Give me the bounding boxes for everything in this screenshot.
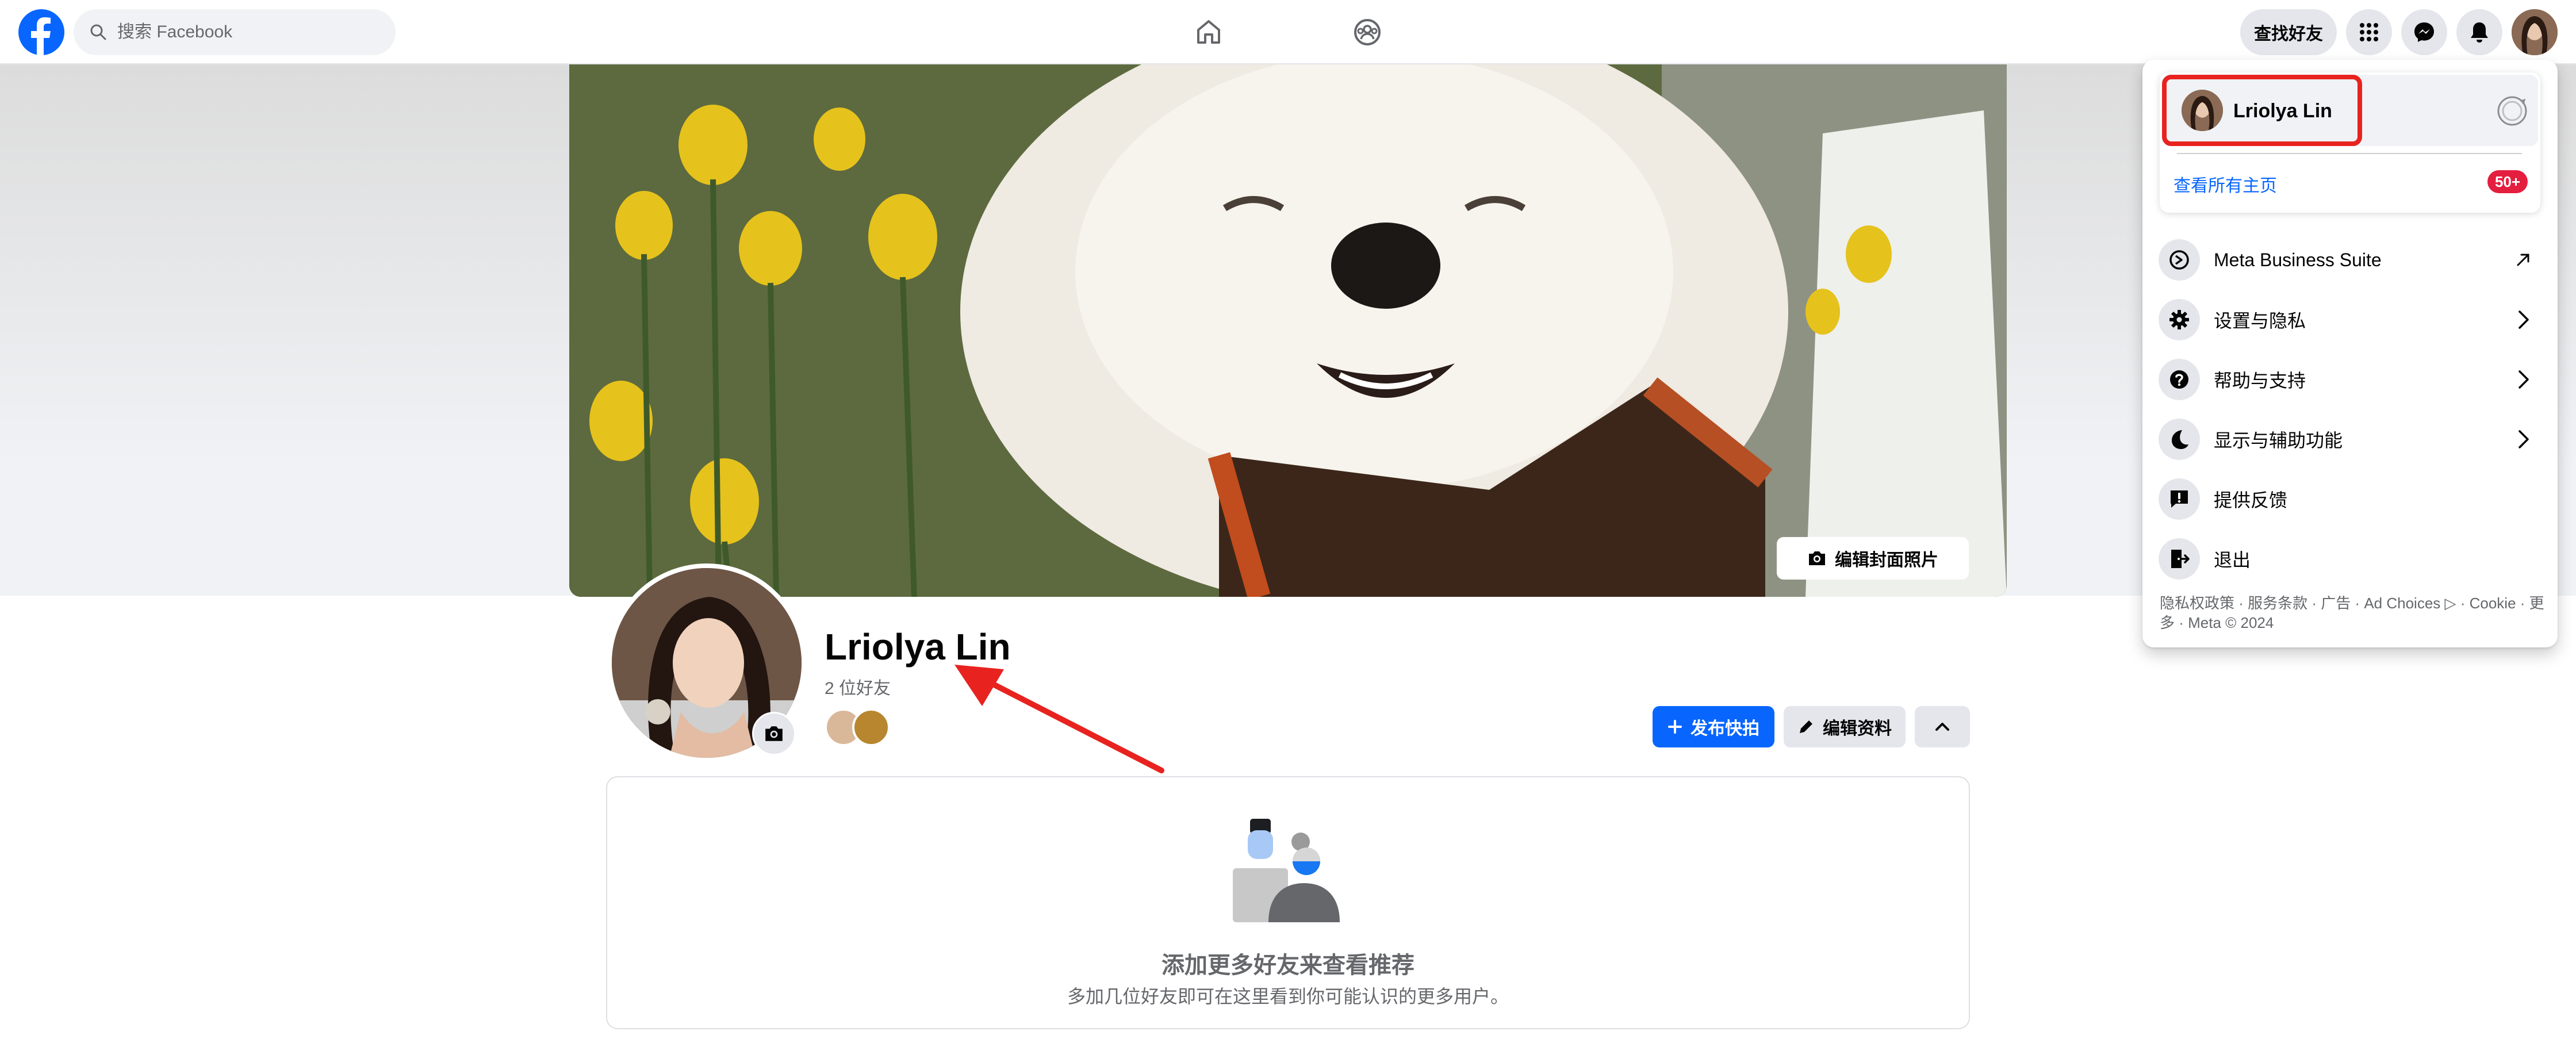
friend-suggestions-card: 添加更多好友来查看推荐 多加几位好友即可在这里看到你可能认识的更多用户。	[606, 776, 1970, 1029]
messenger-icon[interactable]	[2401, 9, 2447, 55]
divider	[2177, 153, 2522, 154]
menu-item-label: 显示与辅助功能	[2214, 430, 2343, 451]
home-icon[interactable]	[1187, 10, 1230, 54]
friend-count[interactable]: 2 位好友	[825, 674, 891, 699]
moon-icon	[2159, 419, 2200, 460]
find-friends-button[interactable]: 查找好友	[2240, 9, 2337, 55]
account-profile-row[interactable]: Lriolya Lin	[2162, 75, 2538, 146]
help-icon	[2159, 359, 2200, 400]
search-input[interactable]	[117, 22, 382, 42]
pages-count-badge: 50+	[2487, 170, 2528, 193]
menu-item-meta-business-suite[interactable]: Meta Business Suite	[2152, 232, 2548, 287]
edit-profile-label: 编辑资料	[1823, 719, 1892, 738]
chevron-right-icon	[2509, 425, 2537, 453]
annotation-highlight-box	[2162, 75, 2362, 146]
gear-icon	[2159, 299, 2200, 340]
feedback-icon	[2159, 478, 2200, 520]
groups-icon[interactable]	[1346, 10, 1389, 54]
friend-avatar[interactable]	[852, 708, 890, 746]
switch-profile-icon[interactable]	[2493, 92, 2531, 130]
dropdown-footer-links[interactable]: 隐私权政策 · 服务条款 · 广告 · Ad Choices ▷ · Cooki…	[2160, 593, 2545, 632]
friend-avatars	[825, 708, 905, 746]
chevron-right-icon	[2509, 306, 2537, 333]
edit-cover-photo-button[interactable]: 编辑封面照片	[1777, 537, 1969, 580]
camera-icon	[765, 726, 783, 741]
chevron-up-icon	[1935, 723, 1949, 731]
notifications-bell-icon[interactable]	[2456, 9, 2502, 55]
plus-icon	[1668, 720, 1682, 734]
collapse-button[interactable]	[1915, 706, 1970, 747]
facebook-logo-icon[interactable]	[18, 9, 64, 55]
menu-item-settings-privacy[interactable]: 设置与隐私	[2152, 292, 2548, 347]
cover-photo-image	[569, 64, 2007, 597]
annotation-arrow	[954, 665, 1164, 773]
menu-item-label: 帮助与支持	[2214, 370, 2306, 391]
search-bar[interactable]	[74, 9, 396, 55]
cover-photo: 编辑封面照片	[569, 64, 2007, 597]
camera-icon	[1809, 551, 1825, 565]
chevron-right-icon	[2509, 366, 2537, 393]
publish-story-button[interactable]: 发布快拍	[1653, 706, 1774, 747]
menu-grid-icon[interactable]	[2346, 9, 2392, 55]
edit-profile-button[interactable]: 编辑资料	[1784, 706, 1906, 747]
suggestions-subtitle: 多加几位好友即可在这里看到你可能认识的更多用户。	[1067, 986, 1509, 1007]
search-icon	[90, 24, 106, 40]
suggestions-title: 添加更多好友来查看推荐	[1162, 953, 1414, 978]
edit-cover-label: 编辑封面照片	[1835, 551, 1938, 570]
facebook-profile-page: 查找好友	[0, 0, 2576, 1043]
menu-item-give-feedback[interactable]: 提供反馈	[2152, 471, 2548, 527]
logout-icon	[2159, 538, 2200, 580]
menu-item-logout[interactable]: 退出	[2152, 531, 2548, 586]
menu-item-label: Meta Business Suite	[2214, 249, 2382, 270]
publish-story-label: 发布快拍	[1690, 719, 1759, 738]
menu-item-label: 提供反馈	[2214, 490, 2288, 511]
account-profile-card: Lriolya Lin 查看所有主页 50+	[2160, 72, 2540, 213]
account-avatar-button[interactable]	[2512, 9, 2558, 55]
see-all-pages-link[interactable]: 查看所有主页	[2174, 171, 2277, 197]
menu-item-label: 退出	[2214, 550, 2251, 570]
people-illustration-icon	[1233, 819, 1340, 922]
menu-item-help-support[interactable]: 帮助与支持	[2152, 352, 2548, 407]
external-link-icon	[2509, 246, 2537, 274]
menu-item-display-accessibility[interactable]: 显示与辅助功能	[2152, 412, 2548, 467]
pencil-icon	[1800, 720, 1812, 733]
account-menu-dropdown: Lriolya Lin 查看所有主页 50+ Meta Business Sui…	[2142, 60, 2558, 647]
top-navigation-bar: 查找好友	[0, 0, 2576, 64]
change-profile-picture-button[interactable]	[752, 712, 796, 756]
menu-item-label: 设置与隐私	[2214, 310, 2306, 331]
meta-business-icon	[2159, 239, 2200, 281]
